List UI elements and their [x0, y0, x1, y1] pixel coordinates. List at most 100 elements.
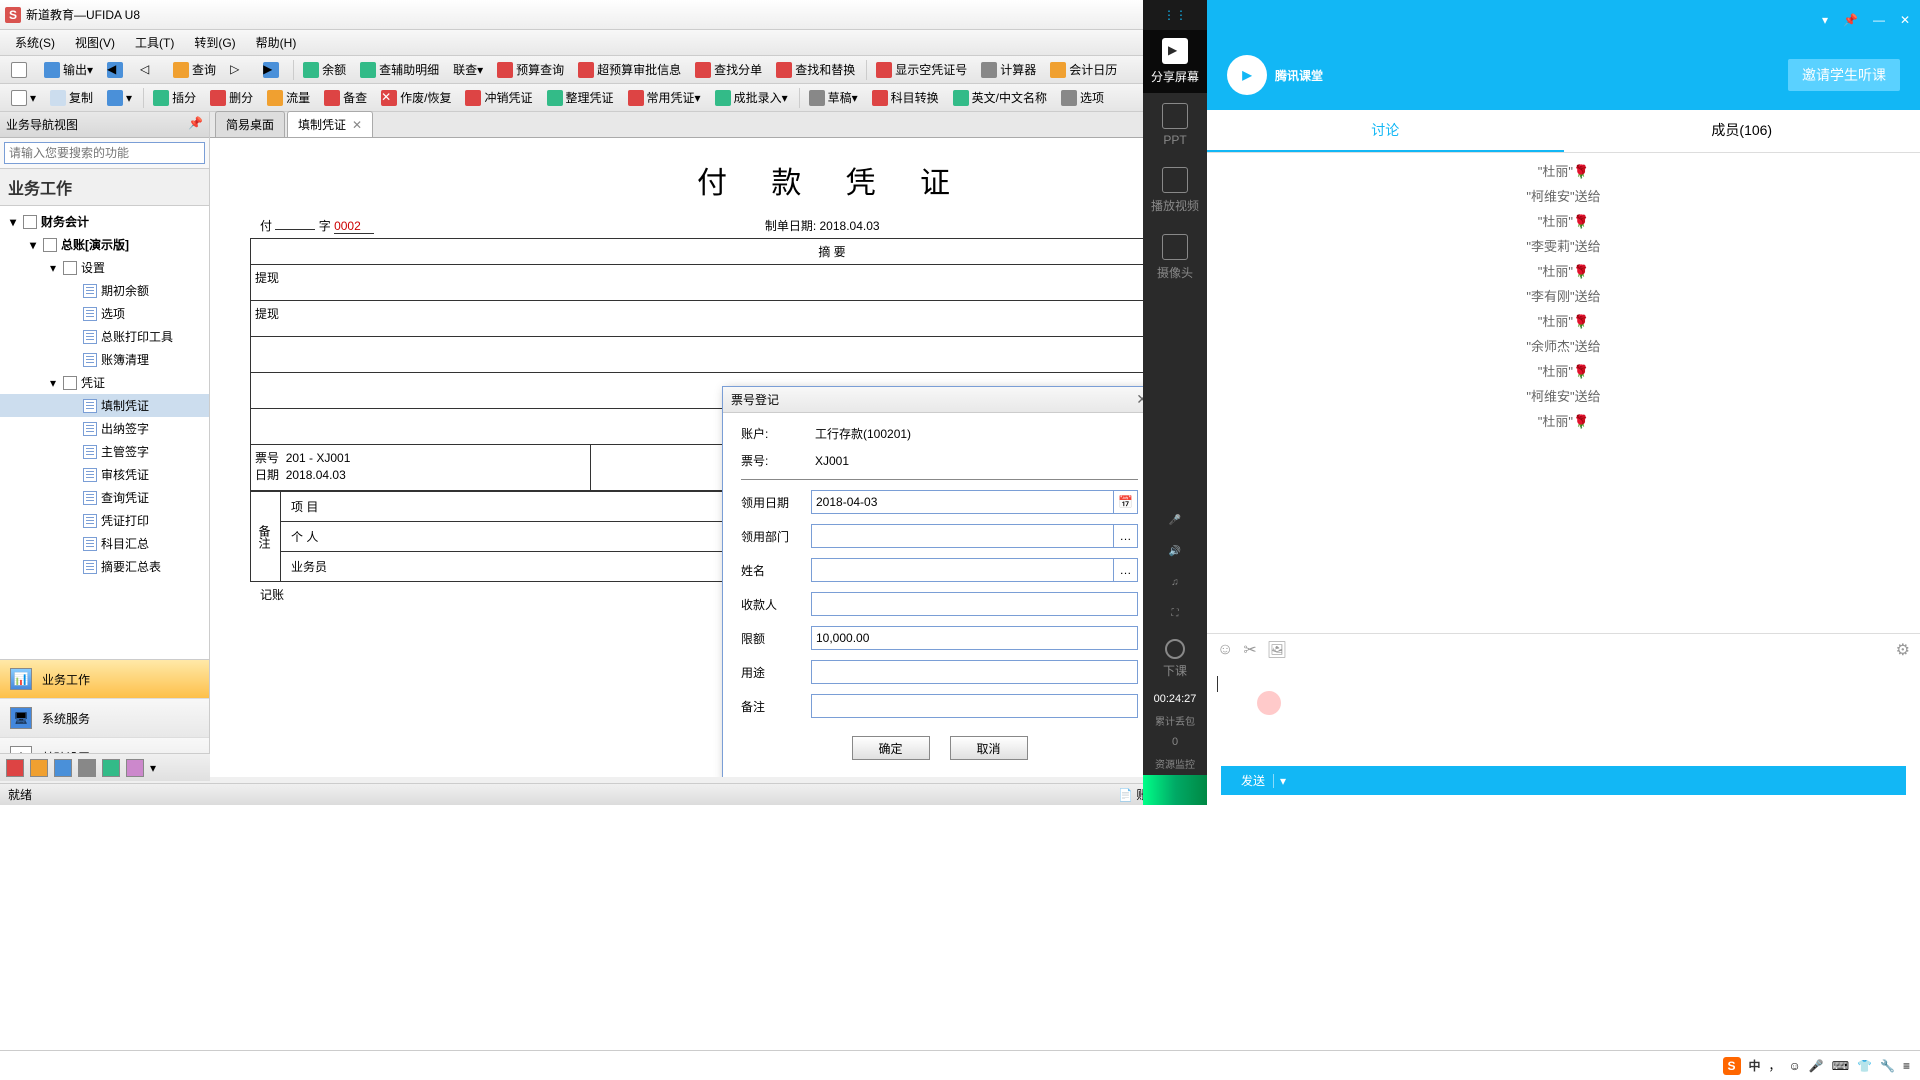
tb-draft[interactable]: 草稿 ▾	[803, 87, 864, 108]
ime-menu[interactable]: ≡	[1903, 1059, 1910, 1073]
tree-item[interactable]: 审核凭证	[0, 463, 209, 486]
ime-mic[interactable]: 🎤	[1809, 1059, 1824, 1073]
tb-lang[interactable]: 英文/中文名称	[947, 87, 1053, 108]
qb-more[interactable]: ▾	[150, 761, 156, 775]
tree-item[interactable]: 选项	[0, 302, 209, 325]
usedate-input[interactable]	[811, 490, 1114, 514]
tb-output[interactable]: 输出 ▾	[38, 59, 99, 80]
tb-copy[interactable]: 复制	[44, 87, 99, 108]
tb-new[interactable]	[5, 60, 36, 80]
tree-item[interactable]: ▾ 凭证	[0, 371, 209, 394]
menu-tools[interactable]: 工具(T)	[125, 31, 184, 54]
tree-item[interactable]: ▾ 财务会计	[0, 210, 209, 233]
end-class-button[interactable]: 下课	[1143, 629, 1207, 689]
emoji-icon[interactable]: ☺	[1217, 641, 1233, 659]
chat-messages[interactable]: "杜丽"🌹"柯维安"送给"杜丽"🌹"李雯莉"送给"杜丽"🌹"李有刚"送给"杜丽"…	[1207, 153, 1920, 633]
tb-void[interactable]: ✕作废/恢复	[375, 87, 457, 108]
tree-item[interactable]: 主管签字	[0, 440, 209, 463]
tree-item[interactable]: 出纳签字	[0, 417, 209, 440]
ime-punct[interactable]: ，	[1769, 1057, 1781, 1074]
tb-nav-prev[interactable]: ◁	[134, 60, 165, 80]
make-date[interactable]: 2018.04.03	[820, 219, 880, 233]
close-icon[interactable]: ✕	[1900, 13, 1910, 27]
tree-item[interactable]: 摘要汇总表	[0, 555, 209, 578]
share-screen-button[interactable]: 分享屏幕	[1143, 30, 1207, 93]
send-button[interactable]: 发送▾	[1221, 766, 1906, 795]
tb-find-split[interactable]: 查找分单	[689, 59, 768, 80]
dropdown-icon[interactable]: ▾	[1822, 13, 1828, 27]
minimize-icon[interactable]: —	[1873, 13, 1885, 27]
tab-members[interactable]: 成员(106)	[1564, 110, 1920, 152]
mic-button[interactable]: 🎤	[1143, 505, 1207, 536]
play-video-button[interactable]: 播放视频	[1143, 157, 1207, 224]
tb-over-budget[interactable]: 超预算审批信息	[572, 59, 687, 80]
lookup-icon[interactable]: …	[1114, 524, 1138, 548]
tb-query[interactable]: 查询	[167, 59, 222, 80]
tree-item[interactable]: 期初余额	[0, 279, 209, 302]
cancel-button[interactable]: 取消	[950, 736, 1028, 760]
tb-balance[interactable]: 余额	[297, 59, 352, 80]
limit-input[interactable]	[811, 626, 1138, 650]
pin-icon[interactable]: 📌	[188, 116, 203, 133]
ime-tool[interactable]: 🔧	[1880, 1059, 1895, 1073]
tb-calendar[interactable]: 会计日历	[1044, 59, 1123, 80]
tab-desktop[interactable]: 简易桌面	[215, 111, 285, 137]
qb-3[interactable]	[54, 759, 72, 777]
remark-input[interactable]	[811, 694, 1138, 718]
tb-budget[interactable]: 预算查询	[491, 59, 570, 80]
tree-item[interactable]: ▾ 设置	[0, 256, 209, 279]
image-icon[interactable]: 🖼	[1267, 640, 1287, 660]
tb-insert-row[interactable]: 插分	[147, 87, 202, 108]
payee-input[interactable]	[811, 592, 1138, 616]
tree-item[interactable]: 账簿清理	[0, 348, 209, 371]
tb-options[interactable]: 选项	[1055, 87, 1110, 108]
sidebar-tab-work[interactable]: 📊 业务工作	[0, 660, 209, 699]
tb-flow[interactable]: 流量	[261, 87, 316, 108]
tab-voucher[interactable]: 填制凭证 ✕	[287, 111, 373, 137]
tb-nav-next[interactable]: ▷	[224, 60, 255, 80]
tb-linkquery[interactable]: 联查 ▾	[447, 59, 489, 80]
tree-item[interactable]: 科目汇总	[0, 532, 209, 555]
tb-subject-conv[interactable]: 科目转换	[866, 87, 945, 108]
qb-4[interactable]	[78, 759, 96, 777]
menu-goto[interactable]: 转到(G)	[184, 31, 245, 54]
pin-icon[interactable]: 📌	[1843, 13, 1858, 27]
music-button[interactable]: ♫	[1143, 567, 1207, 598]
name-input[interactable]	[811, 558, 1114, 582]
tb-calc[interactable]: 计算器	[975, 59, 1042, 80]
tb-save[interactable]: ▾	[101, 88, 138, 108]
tree-item[interactable]: 总账打印工具	[0, 325, 209, 348]
tree-item[interactable]: 查询凭证	[0, 486, 209, 509]
lookup-icon[interactable]: …	[1114, 558, 1138, 582]
ppt-button[interactable]: PPT	[1143, 93, 1207, 157]
speaker-button[interactable]: 🔊	[1143, 536, 1207, 567]
gear-icon[interactable]: ⚙	[1896, 640, 1910, 660]
tb-nav-last[interactable]: ▶	[257, 60, 288, 80]
qb-2[interactable]	[30, 759, 48, 777]
tb-find-replace[interactable]: 查找和替换	[770, 59, 861, 80]
calendar-icon[interactable]: 📅	[1114, 490, 1138, 514]
menu-system[interactable]: 系统(S)	[5, 31, 65, 54]
scissors-icon[interactable]: ✂	[1243, 640, 1256, 660]
invite-button[interactable]: 邀请学生听课	[1788, 59, 1900, 91]
tree-item[interactable]: 凭证打印	[0, 509, 209, 532]
tb-nav-first[interactable]: ◀	[101, 60, 132, 80]
sougou-icon[interactable]: S	[1723, 1057, 1741, 1075]
tb-batch[interactable]: 成批录入 ▾	[709, 87, 794, 108]
tb-check[interactable]: 备查	[318, 87, 373, 108]
fullscreen-button[interactable]: ⛶	[1143, 598, 1207, 629]
qb-5[interactable]	[102, 759, 120, 777]
search-input[interactable]	[4, 142, 205, 164]
tree-item[interactable]: 填制凭证	[0, 394, 209, 417]
tree-item[interactable]: ▾ 总账[演示版]	[0, 233, 209, 256]
qb-6[interactable]	[126, 759, 144, 777]
ok-button[interactable]: 确定	[852, 736, 930, 760]
qb-1[interactable]	[6, 759, 24, 777]
tb-aux-detail[interactable]: 查辅助明细	[354, 59, 445, 80]
ime-keyboard[interactable]: ⌨	[1832, 1059, 1849, 1073]
tb-common[interactable]: 常用凭证 ▾	[622, 87, 707, 108]
ime-cn[interactable]: 中	[1749, 1057, 1761, 1074]
ime-emoji[interactable]: ☺	[1789, 1059, 1801, 1073]
tb-delete-row[interactable]: 删分	[204, 87, 259, 108]
camera-button[interactable]: 摄像头	[1143, 224, 1207, 291]
